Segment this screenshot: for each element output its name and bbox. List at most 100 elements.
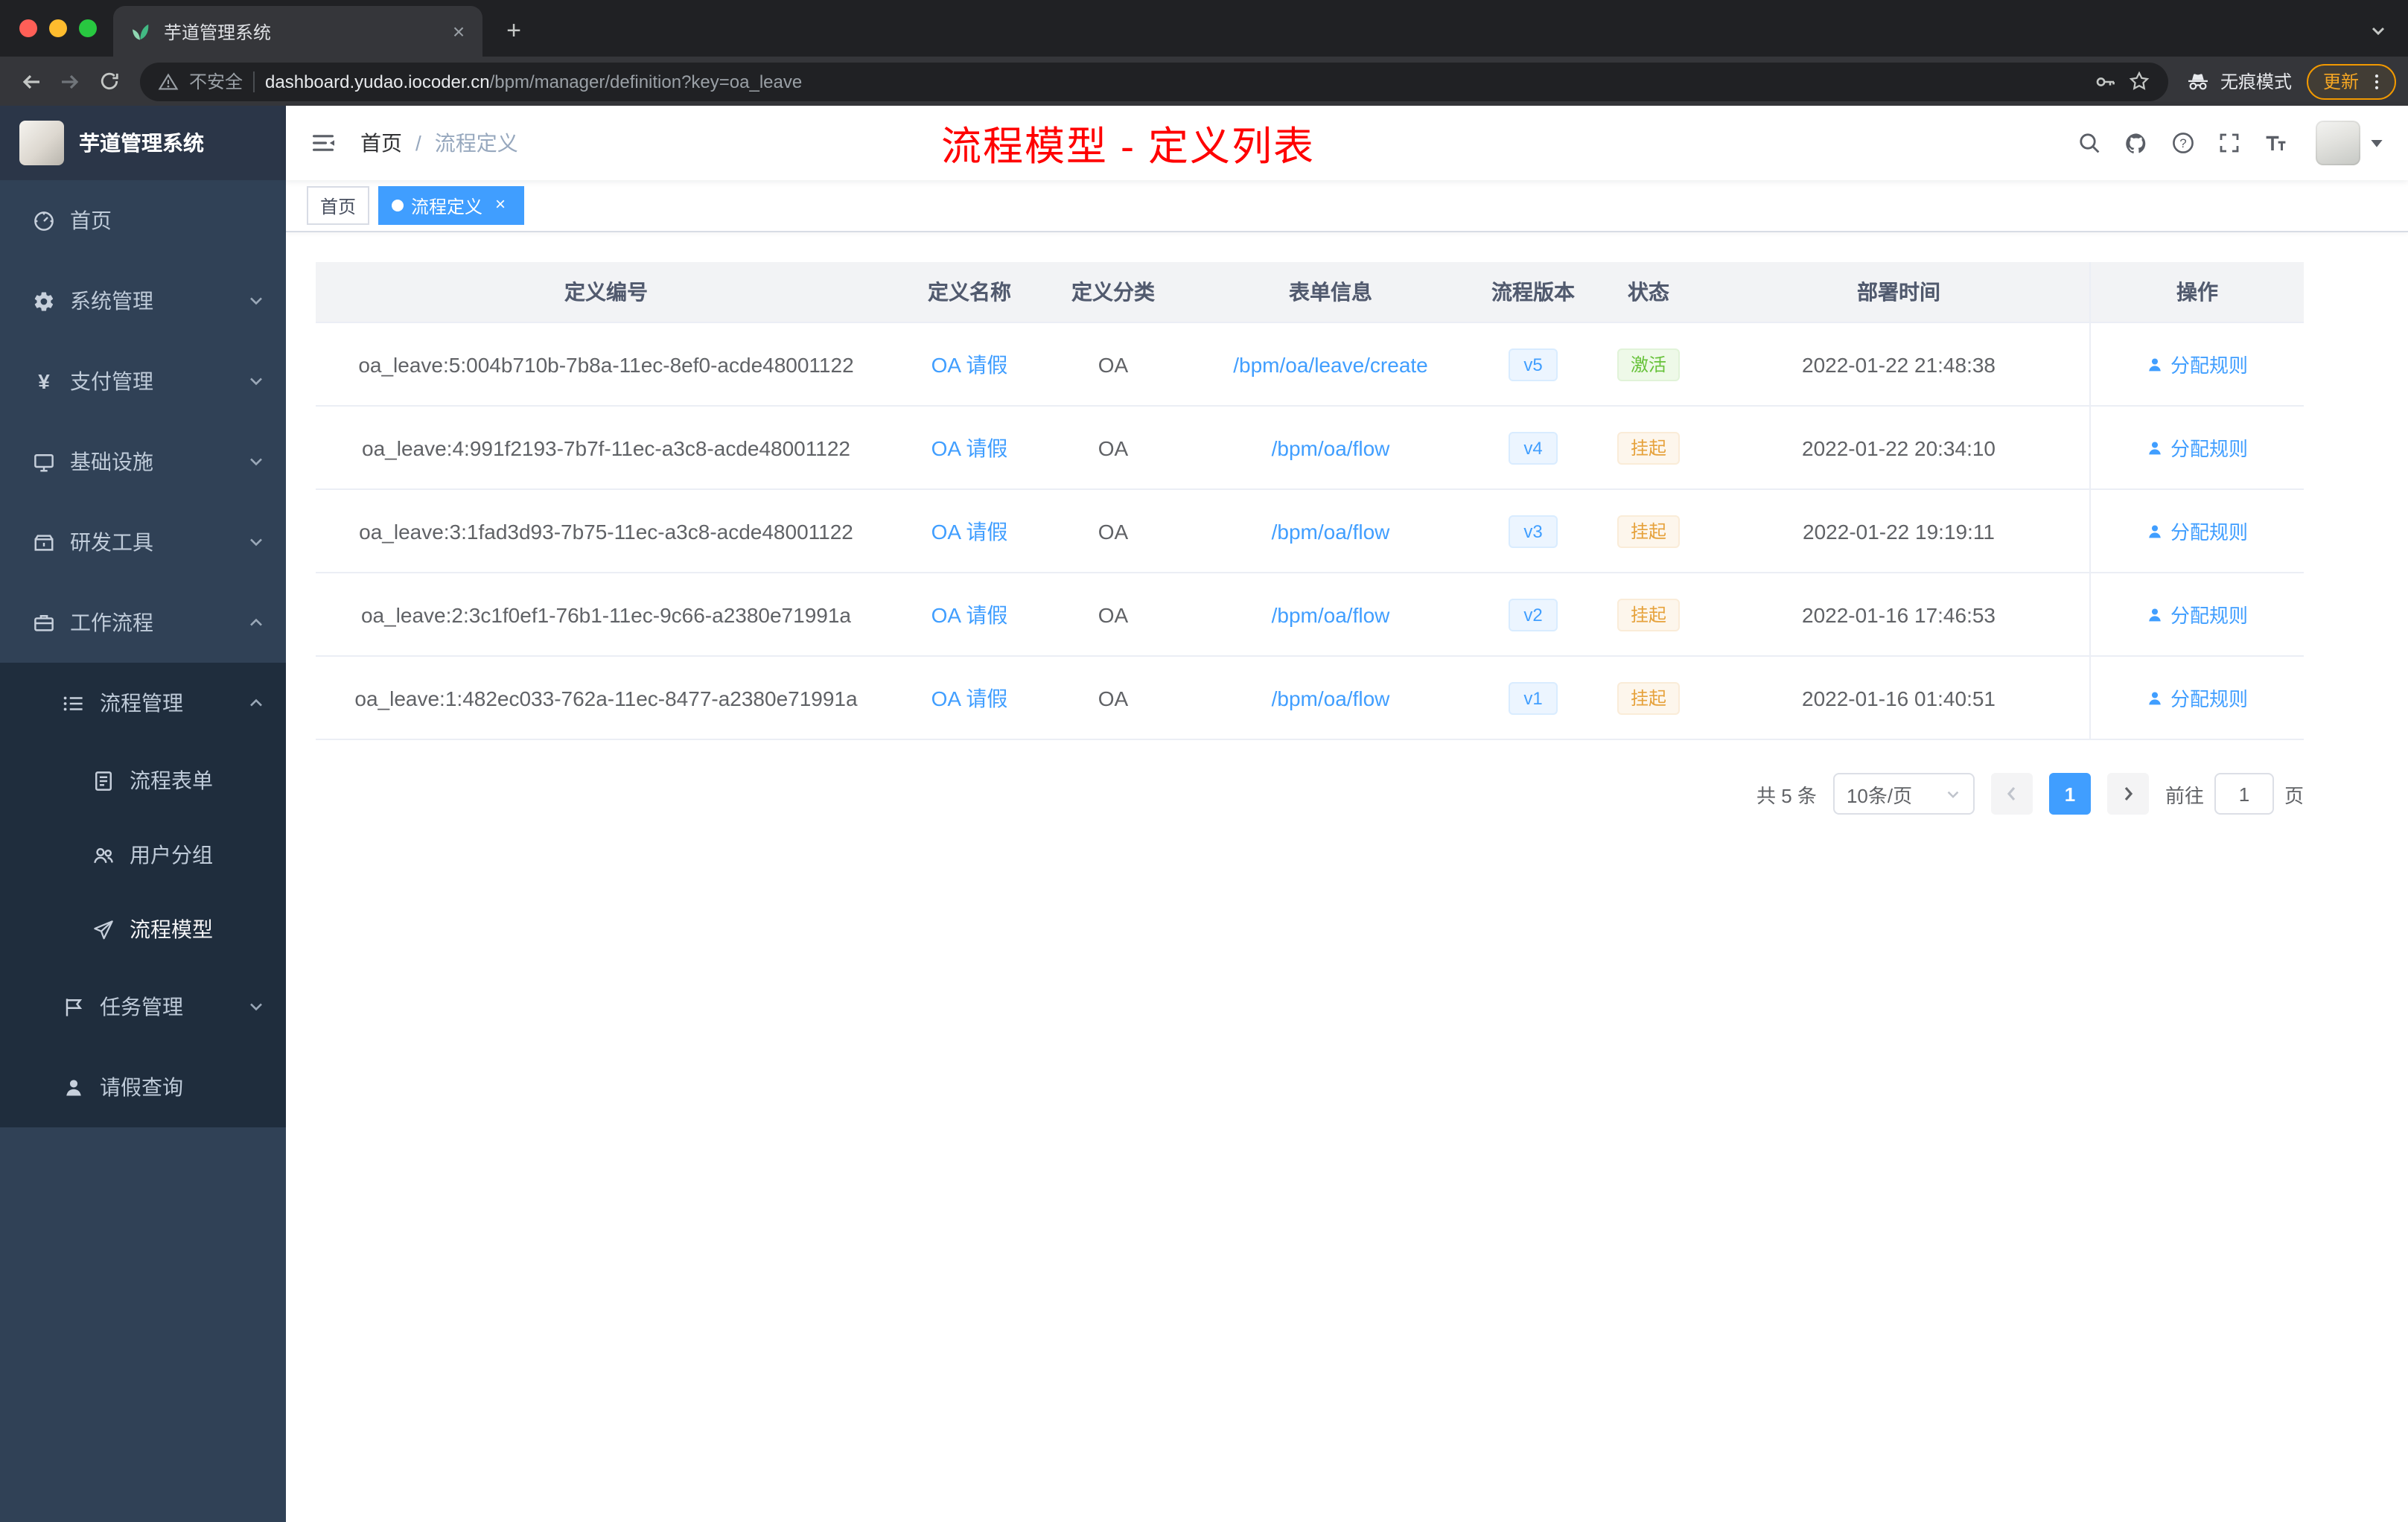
chevron-down-icon xyxy=(250,378,262,386)
minimize-window-button[interactable] xyxy=(49,19,67,37)
person-icon xyxy=(2150,357,2162,371)
col-deploy-time: 部署时间 xyxy=(1857,280,1940,304)
status-badge: 挂起 xyxy=(1617,681,1680,714)
sidebar-item-payment[interactable]: ¥ 支付管理 xyxy=(0,341,286,421)
cell-deploy-time: 2022-01-22 21:48:38 xyxy=(1802,352,1995,376)
incognito-label: 无痕模式 xyxy=(2220,71,2292,92)
flag-icon xyxy=(66,998,83,1016)
assign-rule-link[interactable]: 分配规则 xyxy=(2147,433,2248,462)
sidebar-item-label: 系统管理 xyxy=(70,289,153,313)
cell-category: OA xyxy=(1098,602,1129,626)
sidebar-item-process-model[interactable]: 流程模型 xyxy=(0,892,286,967)
action-label: 分配规则 xyxy=(2170,605,2248,627)
bookmark-star-icon[interactable] xyxy=(2128,70,2150,92)
user-menu[interactable] xyxy=(2316,121,2384,165)
sidebar-item-infrastructure[interactable]: 基础设施 xyxy=(0,421,286,502)
tab-title: 芋道管理系统 xyxy=(164,22,272,42)
version-badge: v1 xyxy=(1509,681,1558,714)
goto-page-input[interactable] xyxy=(2214,773,2274,815)
assign-rule-link[interactable]: 分配规则 xyxy=(2147,684,2248,712)
address-bar[interactable]: 不安全 dashboard.yudao.iocoder.cn/bpm/manag… xyxy=(140,62,2168,101)
tag-home[interactable]: 首页 xyxy=(307,186,370,225)
new-tab-button[interactable]: + xyxy=(494,12,533,51)
person-icon xyxy=(2150,441,2162,454)
definition-name-link[interactable]: OA 请假 xyxy=(931,516,1008,546)
col-status: 状态 xyxy=(1628,280,1669,304)
url-text: dashboard.yudao.iocoder.cn/bpm/manager/d… xyxy=(265,71,2083,92)
definition-name-link[interactable]: OA 请假 xyxy=(931,683,1008,713)
prev-page-button[interactable] xyxy=(1990,773,2033,815)
breadcrumb-home[interactable]: 首页 xyxy=(360,128,402,158)
breadcrumb-current: 流程定义 xyxy=(434,131,518,155)
version-badge: v4 xyxy=(1509,431,1558,464)
sidebar-item-process-form[interactable]: 流程表单 xyxy=(0,743,286,818)
menu-dots-icon[interactable] xyxy=(2366,71,2387,92)
form-link[interactable]: /bpm/oa/flow xyxy=(1272,519,1390,543)
font-size-icon[interactable] xyxy=(2264,131,2287,155)
form-link[interactable]: /bpm/oa/flow xyxy=(1272,436,1390,459)
cell-deploy-time: 2022-01-16 17:46:53 xyxy=(1802,602,1995,626)
sidebar-item-label: 流程表单 xyxy=(130,768,213,792)
sidebar-item-process-management[interactable]: 流程管理 xyxy=(0,663,286,743)
page-size-select[interactable]: 10条/页 xyxy=(1832,773,1975,815)
goto-label: 前往 xyxy=(2165,784,2204,806)
reload-button[interactable] xyxy=(89,62,128,101)
back-button[interactable] xyxy=(12,62,51,101)
tab-close-icon[interactable]: × xyxy=(447,19,471,43)
person-icon xyxy=(66,1079,81,1095)
forward-button[interactable] xyxy=(51,62,89,101)
cell-deploy-time: 2022-01-22 20:34:10 xyxy=(1802,436,1995,459)
hamburger-icon[interactable] xyxy=(310,130,337,156)
github-icon[interactable] xyxy=(2124,130,2149,156)
browser-window: 芋道管理系统 × + 不安全 dashboard.yudao.iocoder.c… xyxy=(0,0,2408,1522)
password-key-icon[interactable] xyxy=(2094,69,2118,93)
cell-category: OA xyxy=(1098,436,1129,459)
header-actions: ? xyxy=(2077,121,2384,165)
version-badge: v5 xyxy=(1509,348,1558,380)
table-row: oa_leave:4:991f2193-7b7f-11ec-a3c8-acde4… xyxy=(316,407,2304,490)
help-icon[interactable]: ? xyxy=(2171,131,2195,155)
security-warning-icon xyxy=(158,72,179,89)
tag-process-definition[interactable]: 流程定义 × xyxy=(378,186,525,225)
sidebar-item-user-group[interactable]: 用户分组 xyxy=(0,818,286,892)
tag-close-icon[interactable]: × xyxy=(490,194,511,216)
monitor-icon xyxy=(34,453,54,471)
tab-search-chevron-icon[interactable] xyxy=(2369,22,2387,40)
sidebar-item-home[interactable]: 首页 xyxy=(0,180,286,261)
assign-rule-link[interactable]: 分配规则 xyxy=(2147,517,2248,545)
sidebar-item-dev-tools[interactable]: 研发工具 xyxy=(0,502,286,582)
chevron-left-icon xyxy=(2007,786,2016,801)
definition-table: 定义编号 定义名称 定义分类 表单信息 流程版本 状态 部署时间 操作 oa_l… xyxy=(316,262,2304,740)
sidebar-item-system[interactable]: 系统管理 xyxy=(0,261,286,341)
avatar[interactable] xyxy=(2316,121,2360,165)
definition-name-link[interactable]: OA 请假 xyxy=(931,599,1008,629)
tag-label: 流程定义 xyxy=(411,196,483,217)
search-icon[interactable] xyxy=(2077,131,2101,155)
chevron-down-icon xyxy=(1947,790,1959,797)
table-row: oa_leave:2:3c1f0ef1-76b1-11ec-9c66-a2380… xyxy=(316,573,2304,657)
sidebar-item-workflow[interactable]: 工作流程 xyxy=(0,582,286,663)
window-controls xyxy=(19,19,97,37)
update-chip[interactable]: 更新 xyxy=(2306,63,2396,99)
fullscreen-icon[interactable] xyxy=(2217,131,2241,155)
sidebar-item-leave-query[interactable]: 请假查询 xyxy=(0,1047,286,1127)
form-link[interactable]: /bpm/oa/flow xyxy=(1272,602,1390,626)
page-number-button[interactable]: 1 xyxy=(2048,773,2091,815)
sidebar-item-task-management[interactable]: 任务管理 xyxy=(0,967,286,1047)
assign-rule-link[interactable]: 分配规则 xyxy=(2147,350,2248,378)
version-badge: v2 xyxy=(1509,598,1558,631)
form-link[interactable]: /bpm/oa/flow xyxy=(1272,686,1390,710)
sidebar-logo[interactable]: 芋道管理系统 xyxy=(0,106,286,180)
next-page-button[interactable] xyxy=(2106,773,2149,815)
assign-rule-link[interactable]: 分配规则 xyxy=(2147,600,2248,628)
close-window-button[interactable] xyxy=(19,19,37,37)
maximize-window-button[interactable] xyxy=(79,19,97,37)
url-path: /bpm/manager/definition?key=oa_leave xyxy=(489,71,803,92)
definition-name-link[interactable]: OA 请假 xyxy=(931,349,1008,379)
definition-name-link[interactable]: OA 请假 xyxy=(931,433,1008,462)
sidebar-item-label: 基础设施 xyxy=(70,450,153,474)
form-link[interactable]: /bpm/oa/leave/create xyxy=(1233,352,1428,376)
browser-tab[interactable]: 芋道管理系统 × xyxy=(113,6,482,57)
status-badge: 激活 xyxy=(1617,348,1680,380)
annotation-text: 流程模型 - 定义列表 xyxy=(941,124,1315,169)
